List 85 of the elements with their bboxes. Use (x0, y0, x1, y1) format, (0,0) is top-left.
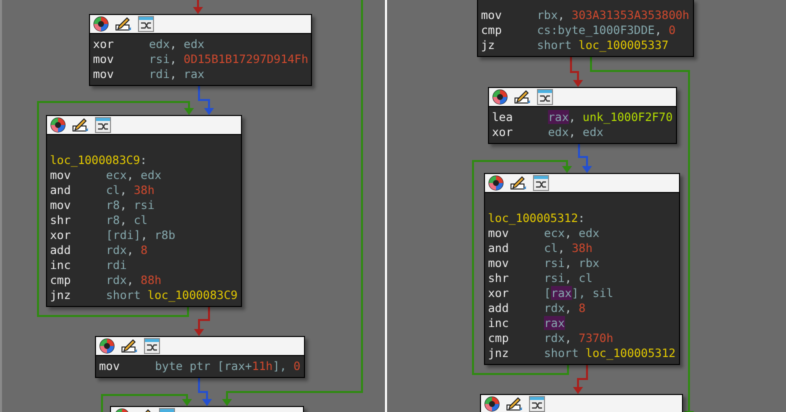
mnemonic: lea (492, 110, 514, 125)
color-wheel-icon[interactable] (492, 89, 508, 105)
operands: rsi, cl (544, 271, 592, 286)
operands: r8, rsi (106, 198, 154, 213)
code-label: loc_100005312: (488, 211, 585, 226)
operands: [rdi], r8b (106, 228, 176, 243)
operands: rax, unk_1000F2F70 (548, 110, 673, 125)
code-block[interactable]: mov byte ptr [rax+11h], 0 (95, 336, 305, 378)
pencil-icon[interactable] (115, 16, 132, 32)
color-wheel-icon[interactable] (50, 117, 66, 133)
operands: cl, 38h (106, 183, 154, 198)
operands: cl, 38h (544, 241, 592, 256)
operands: rdx, 88h (106, 273, 162, 288)
mnemonic: add (50, 243, 72, 258)
operands: ecx, edx (544, 226, 600, 241)
flow-arrow (193, 0, 203, 14)
mnemonic: inc (488, 316, 510, 331)
operands: short loc_100005312 (544, 346, 676, 361)
mnemonic: mov (50, 198, 72, 213)
color-wheel-icon[interactable] (488, 175, 504, 191)
code-block[interactable]: mov rbx, 303A31353A353800h cmp cs:byte_1000F3DDE, 0 jz short loc_100005337 (477, 0, 694, 57)
operands: rdi, rax (149, 67, 204, 82)
flow-arrow (198, 84, 214, 115)
operands: short loc_100005337 (537, 38, 669, 53)
mnemonic: inc (50, 258, 72, 273)
mnemonic: cmp (50, 273, 72, 288)
code-label: loc_1000083C9: (50, 153, 147, 168)
color-wheel-icon[interactable] (99, 338, 115, 354)
mnemonic: shr (50, 213, 72, 228)
operands: short loc_1000083C9 (106, 288, 238, 303)
code-block[interactable]: xor edx, edx mov rsi, 0D15B1B17297D914Fh mov rdi, rax (89, 14, 312, 86)
flow-arrow (570, 56, 583, 87)
operands: rdx, 8 (106, 243, 148, 258)
operands: rbx, 303A31353A353800h (537, 8, 690, 23)
mnemonic: jnz (50, 288, 72, 303)
code-block[interactable]: loc_1000083C9: mov ecx, edx and cl, 38h mov r8, rsi shr r8, cl xor [rdi], r8b add rdx, 8 inc rdi cmp rdx, 88h jnz short loc_1000083C9 (46, 115, 242, 307)
mnemonic: jnz (488, 346, 510, 361)
operands: [rax], sil (544, 286, 614, 301)
mnemonic: xor (492, 125, 514, 140)
mnemonic: jz (481, 38, 496, 53)
mnemonic: mov (50, 168, 72, 183)
mnemonic: xor (50, 228, 72, 243)
pencil-icon[interactable] (121, 338, 138, 354)
mnemonic: and (50, 183, 72, 198)
operands: rdi (106, 258, 127, 273)
flowchart-icon[interactable] (95, 117, 111, 133)
mnemonic: shr (488, 271, 510, 286)
mnemonic: mov (99, 359, 121, 374)
mnemonic: and (488, 241, 510, 256)
operands: edx, edx (548, 125, 604, 140)
mnemonic: mov (481, 8, 503, 23)
operands: cs:byte_1000F3DDE, 0 (537, 23, 676, 38)
operands: byte ptr [rax+11h], 0 (155, 359, 300, 374)
flowchart-icon[interactable] (533, 175, 549, 191)
mnemonic: xor (93, 37, 115, 52)
pencil-icon[interactable] (514, 89, 531, 105)
operands: edx, edx (149, 37, 204, 52)
mnemonic: cmp (481, 23, 503, 38)
code-block[interactable]: loc_100005312: mov ecx, edx and cl, 38h mov rsi, rbx shr rsi, cl xor [rax], sil add rdx, 8 inc rax cmp rdx, 7370h jnz short loc_100005312 (484, 173, 680, 365)
operands: rax (544, 316, 565, 331)
pencil-icon[interactable] (506, 396, 523, 412)
flowchart-icon[interactable] (144, 338, 160, 354)
mnemonic: mov (488, 226, 510, 241)
flowchart-icon[interactable] (529, 396, 545, 412)
color-wheel-icon[interactable] (93, 16, 109, 32)
mnemonic: cmp (488, 331, 510, 346)
operands: rsi, 0D15B1B17297D914Fh (149, 52, 308, 67)
operands: rdx, 8 (544, 301, 586, 316)
flow-arrow (198, 376, 212, 406)
pencil-icon[interactable] (510, 175, 527, 191)
flowchart-icon[interactable] (138, 16, 154, 32)
mnemonic: mov (488, 256, 510, 271)
mnemonic: xor (488, 286, 510, 301)
operands: rdx, 7370h (544, 331, 614, 346)
operands: ecx, edx (106, 168, 162, 183)
flowchart-icon[interactable] (537, 89, 553, 105)
code-block[interactable]: lea rax, unk_1000F2F70 xor edx, edx (488, 87, 677, 144)
mnemonic: mov (93, 52, 115, 67)
mnemonic: mov (93, 67, 115, 82)
operands: r8, cl (106, 213, 148, 228)
color-wheel-icon[interactable] (484, 396, 500, 412)
code-block[interactable] (480, 394, 683, 412)
pencil-icon[interactable] (72, 117, 89, 133)
mnemonic: add (488, 301, 510, 316)
operands: rsi, rbx (544, 256, 600, 271)
